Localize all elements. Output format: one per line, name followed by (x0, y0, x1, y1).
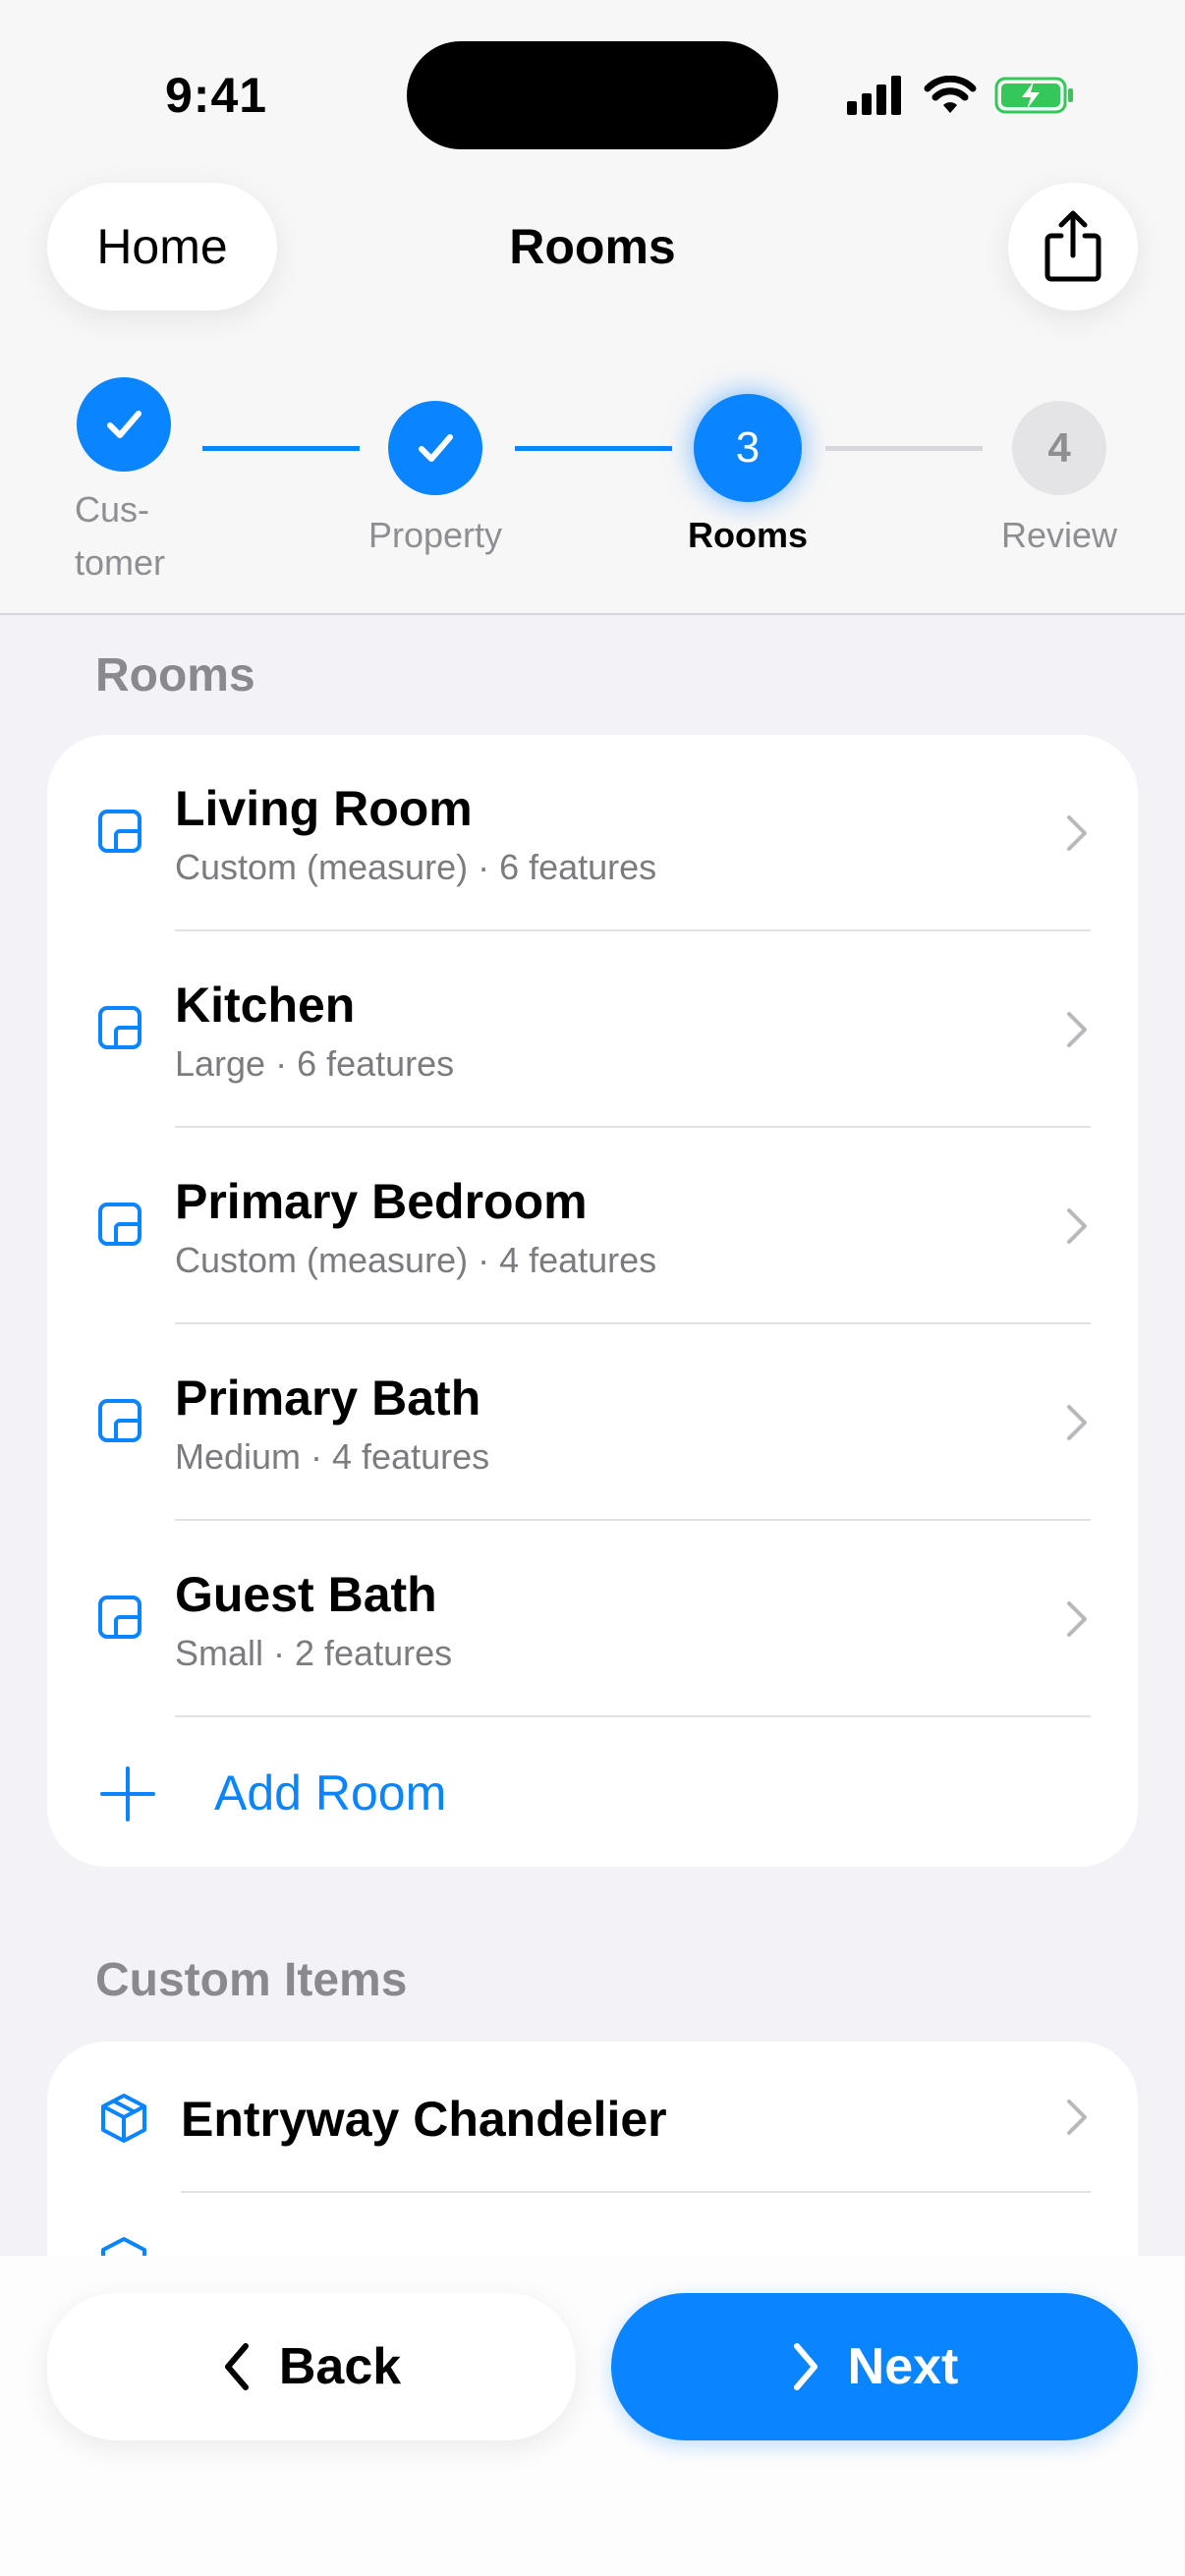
chevron-right-icon (1067, 1601, 1087, 1637)
room-name: Guest Bath (175, 1567, 437, 1622)
header-area: 9:41 Home Rooms 3 4 Cus- tomer Property … (0, 0, 1185, 615)
room-row-living-room[interactable]: Living Room Custom (measure) · 6 feature… (47, 735, 1138, 931)
share-button[interactable] (1008, 183, 1138, 310)
chevron-right-icon (793, 2343, 818, 2390)
step-connector-2 (515, 446, 672, 451)
add-room-button[interactable]: Add Room (47, 1717, 1138, 1865)
room-icon (98, 810, 141, 853)
chevron-right-icon (1067, 815, 1087, 851)
step-1-label: Cus- tomer (75, 489, 166, 583)
plus-icon (100, 1766, 155, 1821)
rooms-section-header: Rooms (95, 649, 255, 701)
room-detail: Custom (measure) · 4 features (175, 1240, 657, 1280)
room-icon (98, 1596, 141, 1639)
chevron-right-icon (1067, 1405, 1087, 1440)
share-icon (1044, 210, 1101, 282)
screen: 9:41 Home Rooms 3 4 Cus- tomer Property … (0, 0, 1185, 2576)
step-2-check-icon (388, 401, 482, 495)
step-4-number: 4 (1047, 424, 1071, 471)
room-name: Living Room (175, 781, 473, 836)
cellular-signal-icon (847, 76, 901, 115)
room-row-guest-bath[interactable]: Guest Bath Small · 2 features (47, 1521, 1138, 1717)
chevron-right-icon (1067, 1012, 1087, 1047)
room-name: Primary Bedroom (175, 1174, 588, 1229)
step-3-number: 3 (735, 423, 761, 472)
wifi-icon (924, 76, 977, 113)
room-row-kitchen[interactable]: Kitchen Large · 6 features (47, 931, 1138, 1128)
room-detail: Medium · 4 features (175, 1436, 490, 1477)
back-button-label: Back (278, 2338, 402, 2395)
step-4-indicator: 4 (1012, 401, 1106, 495)
room-detail: Custom (measure) · 6 features (175, 847, 657, 887)
room-row-primary-bedroom[interactable]: Primary Bedroom Custom (measure) · 4 fea… (47, 1128, 1138, 1324)
room-icon (98, 1399, 141, 1442)
room-icon (98, 1006, 141, 1049)
battery-charging-icon (994, 77, 1073, 114)
next-button-label: Next (847, 2338, 959, 2395)
step-3-label: Rooms (687, 515, 808, 555)
custom-items-section-header: Custom Items (95, 1954, 408, 2006)
status-time: 9:41 (165, 68, 268, 123)
room-name: Kitchen (175, 978, 356, 1033)
step-3-indicator: 3 (694, 394, 802, 502)
step-4-label: Review (1000, 515, 1118, 555)
room-icon (98, 1203, 141, 1246)
room-detail: Small · 2 features (175, 1633, 453, 1673)
room-name: Primary Bath (175, 1371, 481, 1426)
chevron-right-icon (1067, 2100, 1087, 2135)
room-detail: Large · 6 features (175, 1043, 455, 1084)
chevron-left-icon (224, 2343, 249, 2390)
step-2-label: Property (367, 515, 503, 555)
room-row-primary-bath[interactable]: Primary Bath Medium · 4 features (47, 1324, 1138, 1521)
chevron-right-icon (1067, 1208, 1087, 1244)
add-room-label: Add Room (214, 1765, 447, 1820)
step-connector-3 (825, 446, 983, 451)
custom-item-row-entryway-chandelier[interactable]: Entryway Chandelier (47, 2042, 1138, 2193)
back-button[interactable]: Back (47, 2293, 576, 2440)
rooms-card: Living Room Custom (measure) · 6 feature… (47, 735, 1138, 1867)
step-1-check-icon (77, 377, 171, 472)
cube-icon (101, 2094, 146, 2143)
custom-item-name: Entryway Chandelier (181, 2092, 667, 2147)
dynamic-island (407, 41, 778, 149)
next-button[interactable]: Next (611, 2293, 1138, 2440)
step-connector-1 (202, 446, 360, 451)
status-icons (847, 69, 1075, 122)
